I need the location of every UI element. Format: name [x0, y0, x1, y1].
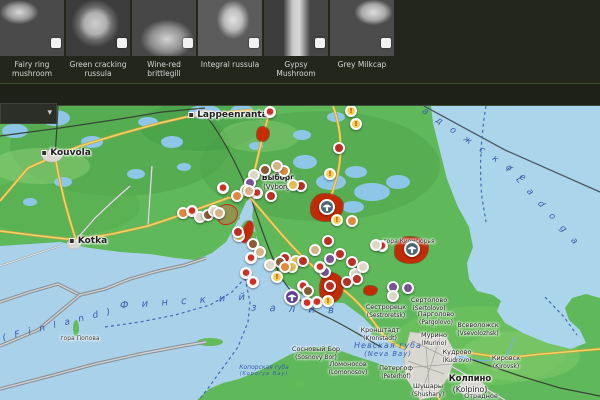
observation-marker-danger-zone[interactable] [319, 199, 335, 215]
thumbnail-checkbox[interactable] [183, 38, 193, 48]
observation-marker-yellow-cap[interactable] [287, 179, 299, 191]
observation-marker-brown-cap[interactable] [259, 164, 271, 176]
mushroom-photo [198, 0, 262, 56]
map-canvas[interactable]: Lappeenranta Kouvola Kotka Выборг (Vyborg) Се… [0, 106, 600, 400]
species-label: Integral russula [200, 60, 260, 69]
observation-marker-pale-cap[interactable] [370, 239, 382, 251]
observation-marker-orange-cap[interactable] [231, 190, 243, 202]
map-layer-dropdown[interactable]: ▾ [0, 103, 57, 124]
observation-marker-orange-cap[interactable] [279, 261, 291, 273]
mushroom-photo [66, 0, 130, 56]
species-panel: Fairy ring mushroom Green cracking russul… [0, 0, 600, 83]
species-label: Green cracking russula [69, 60, 127, 78]
observation-marker-brown-cap[interactable] [302, 285, 314, 297]
observation-marker-fly-agaric[interactable] [314, 261, 326, 273]
thumbnail-checkbox[interactable] [381, 38, 391, 48]
species-thumb[interactable]: Green cracking russula [66, 0, 130, 78]
observation-marker-red-cap[interactable] [297, 255, 309, 267]
mushroom-photo [132, 0, 196, 56]
observation-marker-red-cap[interactable] [322, 235, 334, 247]
mushroom-icon [287, 294, 297, 302]
observation-marker-warning[interactable]: ! [322, 295, 334, 307]
observation-marker-warning[interactable]: ! [331, 214, 343, 226]
species-thumb[interactable]: Wine-red brittlegill [132, 0, 196, 78]
mushroom-map-app: Fairy ring mushroom Green cracking russul… [0, 0, 600, 400]
thumbnail-checkbox[interactable] [51, 38, 61, 48]
observation-marker-red-cap[interactable] [341, 276, 353, 288]
toolbar-band [0, 83, 600, 106]
species-thumb[interactable]: Fairy ring mushroom [0, 0, 64, 78]
observation-marker-pale-cap[interactable] [264, 259, 276, 271]
observation-marker-red-cap[interactable] [265, 190, 277, 202]
mushroom-photo [0, 0, 64, 56]
observation-marker-warning[interactable]: ! [271, 271, 283, 283]
observation-marker-pale-cap[interactable] [387, 290, 399, 302]
observation-marker-tan-cap[interactable] [309, 244, 321, 256]
map-markers: !!!!!!! [0, 106, 600, 400]
observation-marker-purple-cap[interactable] [402, 282, 414, 294]
observation-marker-red-cap[interactable] [333, 142, 345, 154]
mushroom-photo [264, 0, 328, 56]
observation-marker-purple-cap[interactable] [324, 253, 336, 265]
observation-marker-red-cap[interactable] [324, 280, 336, 292]
species-strip: Fairy ring mushroom Green cracking russul… [0, 0, 394, 78]
species-thumb[interactable]: Integral russula [198, 0, 262, 78]
mushroom-photo [330, 0, 394, 56]
chevron-down-icon: ▾ [47, 108, 52, 118]
species-label: Grey Milkcap [337, 60, 387, 69]
species-thumb[interactable]: Gypsy Mushroom [264, 0, 328, 78]
observation-marker-danger-zone[interactable] [404, 241, 420, 257]
mushroom-icon [407, 246, 417, 254]
mushroom-icon [322, 204, 332, 212]
thumbnail-checkbox[interactable] [117, 38, 127, 48]
observation-marker-pale-cap[interactable] [357, 261, 369, 273]
observation-marker-warning[interactable]: ! [324, 168, 336, 180]
observation-marker-fly-agaric[interactable] [264, 106, 276, 118]
observation-marker-fly-agaric[interactable] [245, 252, 257, 264]
observation-marker-cluster[interactable] [284, 289, 300, 305]
observation-marker-fly-agaric[interactable] [301, 297, 313, 309]
observation-marker-tan-cap[interactable] [213, 207, 225, 219]
species-label: Gypsy Mushroom [276, 60, 316, 78]
thumbnail-checkbox[interactable] [315, 38, 325, 48]
observation-marker-warning[interactable]: ! [345, 106, 357, 117]
observation-marker-orange-cap[interactable] [346, 215, 358, 227]
observation-marker-fly-agaric[interactable] [217, 182, 229, 194]
species-label: Fairy ring mushroom [11, 60, 53, 78]
observation-marker-tan-cap[interactable] [271, 160, 283, 172]
observation-marker-warning[interactable]: ! [350, 118, 362, 130]
observation-marker-fly-agaric[interactable] [247, 276, 259, 288]
species-label: Wine-red brittlegill [147, 60, 181, 78]
observation-marker-red-cap[interactable] [232, 226, 244, 238]
species-thumb[interactable]: Grey Milkcap [330, 0, 394, 78]
thumbnail-checkbox[interactable] [249, 38, 259, 48]
observation-marker-tan-cap[interactable] [243, 185, 255, 197]
